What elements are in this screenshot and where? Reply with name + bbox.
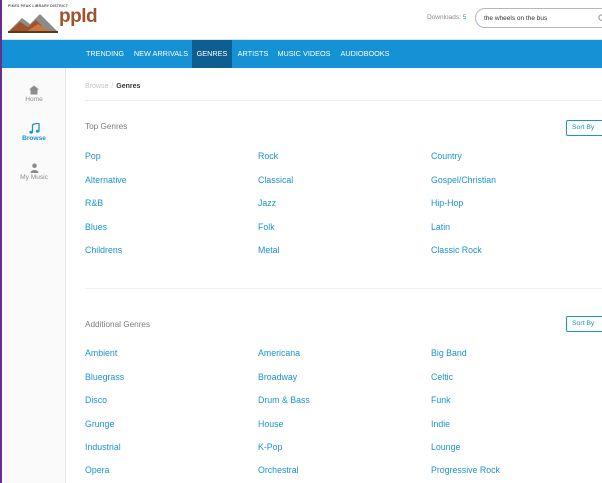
sidebar-item-label: My Music [20, 174, 48, 181]
genre-link[interactable]: Country [431, 151, 462, 161]
genre-link[interactable]: Bluegrass [85, 372, 124, 382]
genre-link[interactable]: House [258, 419, 283, 429]
breadcrumb-current: Genres [116, 83, 141, 90]
genre-link[interactable]: Celtic [431, 372, 453, 382]
genre-link[interactable]: Gospel/Christian [431, 175, 496, 185]
genre-link[interactable]: Childrens [85, 245, 122, 255]
breadcrumb-separator: / [111, 83, 114, 90]
nav-artists[interactable]: ARTISTS [234, 40, 272, 68]
top-genres-sort-button[interactable]: Sort By [566, 120, 602, 136]
home-icon [29, 85, 39, 95]
search-icon[interactable] [598, 14, 602, 23]
sidebar-item-label: Home [25, 96, 43, 103]
genre-link[interactable]: Lounge [431, 442, 460, 452]
music-note-icon [28, 123, 40, 134]
downloads-label: Downloads: [427, 14, 461, 21]
nav-music-videos[interactable]: MUSIC VIDEOS [274, 40, 334, 68]
genre-link[interactable]: Big Band [431, 348, 467, 358]
sidebar: Home Browse My Music [2, 68, 66, 483]
nav-audiobooks[interactable]: AUDIOBOOKS [336, 40, 394, 68]
genre-link[interactable]: Americana [258, 348, 300, 358]
sidebar-item-my-music[interactable]: My Music [2, 163, 66, 181]
genre-link[interactable]: Broadway [258, 372, 297, 382]
genre-link[interactable]: Drum & Bass [258, 395, 310, 405]
genre-link[interactable]: Orchestral [258, 465, 299, 475]
genre-link[interactable]: Alternative [85, 175, 127, 185]
search-input[interactable] [484, 13, 584, 24]
user-icon [30, 163, 38, 173]
genre-link[interactable]: Disco [85, 395, 107, 405]
genre-link[interactable]: Jazz [258, 198, 276, 208]
breadcrumb-divider [85, 100, 602, 101]
top-nav: TRENDING NEW ARRIVALS GENRES ARTISTS MUS… [2, 40, 602, 68]
nav-trending[interactable]: TRENDING [80, 40, 130, 68]
genre-link[interactable]: Metal [258, 245, 280, 255]
downloads-count: 5 [462, 14, 467, 21]
genre-link[interactable]: Folk [258, 222, 275, 232]
genre-link[interactable]: Progressive Rock [431, 465, 500, 475]
sidebar-item-label: Browse [22, 135, 46, 142]
genre-link[interactable]: Latin [431, 222, 450, 232]
genre-link[interactable]: Grunge [85, 419, 114, 429]
nav-genres[interactable]: GENRES [192, 40, 232, 68]
breadcrumb: Browse / Genres [85, 83, 140, 90]
sidebar-item-home[interactable]: Home [2, 85, 66, 103]
genre-link[interactable]: Indie [431, 419, 450, 429]
search-box [475, 8, 602, 28]
sidebar-item-browse[interactable]: Browse [2, 123, 66, 142]
additional-genres-title: Additional Genres [85, 320, 151, 329]
genre-link[interactable]: Pop [85, 151, 101, 161]
genre-link[interactable]: Opera [85, 465, 109, 475]
genre-link[interactable]: K-Pop [258, 442, 282, 452]
top-genres-title: Top Genres [85, 122, 128, 131]
genre-link[interactable]: Rock [258, 151, 278, 161]
genre-link[interactable]: Classic Rock [431, 245, 482, 255]
genre-link[interactable]: Hip-Hop [431, 198, 463, 208]
ppld-logo[interactable]: PIKES PEAK LIBRARY DISTRICT ppld [6, 4, 98, 34]
header: PIKES PEAK LIBRARY DISTRICT ppld Downloa… [2, 0, 602, 40]
genre-link[interactable]: Funk [431, 395, 451, 405]
section-divider [85, 288, 602, 289]
mountain-logo-icon [8, 14, 58, 33]
genre-link[interactable]: Classical [258, 175, 293, 185]
breadcrumb-browse-link[interactable]: Browse [85, 83, 108, 90]
main-content: Browse / Genres Top Genres Sort By Pop Roc… [66, 68, 602, 483]
logo-wordmark: ppld [59, 6, 98, 27]
nav-new-arrivals[interactable]: NEW ARRIVALS [132, 40, 190, 68]
downloads-indicator: Downloads: 5 [427, 14, 466, 21]
genre-link[interactable]: R&B [85, 198, 103, 208]
page: PIKES PEAK LIBRARY DISTRICT ppld Downloa… [0, 0, 602, 483]
additional-genres-sort-button[interactable]: Sort By [566, 316, 602, 332]
genre-link[interactable]: Industrial [85, 442, 121, 452]
genre-link[interactable]: Ambient [85, 348, 117, 358]
genre-link[interactable]: Blues [85, 222, 107, 232]
